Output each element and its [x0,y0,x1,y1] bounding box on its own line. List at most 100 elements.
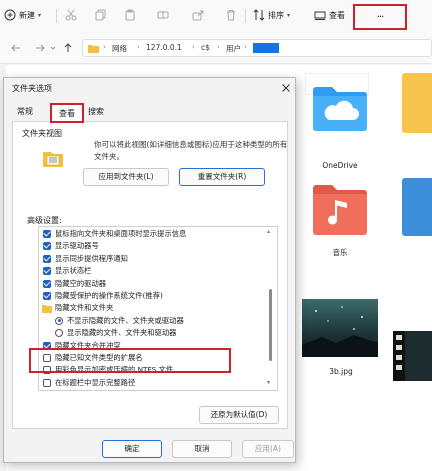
recent-button[interactable] [47,42,59,54]
address-bar[interactable]: › 网络 › 127.0.0.1 › c$ › 用户 › [82,39,432,57]
view-icon [314,11,326,20]
new-button[interactable]: 新建 ▾ [4,6,41,24]
checkbox-checked[interactable] [43,267,51,276]
sort-label: 排序 [268,10,284,20]
folder-icon [88,45,99,53]
scrollbar-thumb[interactable] [269,289,272,361]
checkbox-checked[interactable] [43,292,51,300]
chevron-right-icon: › [244,43,247,51]
film-strip-icon [393,331,405,381]
folder-icon[interactable] [402,73,432,133]
ok-button[interactable]: 确定 [102,440,162,458]
music-folder-icon [313,185,367,235]
arrow-up-icon [64,43,72,52]
checkbox-checked[interactable] [43,279,51,288]
file-name: OneDrive [322,161,358,170]
chevron-right-icon: › [137,43,140,51]
list-item[interactable]: 3b.jpg [298,299,384,379]
checkbox-checked[interactable] [43,254,51,263]
checkbox-checked[interactable] [43,242,51,251]
settings-row[interactable]: 显示隐藏的文件、文件夹和驱动器 [39,327,264,339]
folder-options-dialog: 文件夹选项 常规 查看 搜索 文件夹视图 你可以将此视图(如详细信息或图标)应用… [3,77,296,463]
delete-button[interactable] [225,6,237,24]
folder-view-title: 文件夹视图 [22,129,62,138]
restore-defaults-button[interactable]: 还原为默认值(D) [199,406,279,424]
list-item[interactable]: 音乐 [305,182,375,262]
settings-row-label: 显示驱动器号 [55,241,99,251]
scrollbar[interactable]: ▴ ▾ [266,227,276,390]
folder-icon[interactable] [402,178,432,236]
advanced-settings-title: 高级设置: [27,216,62,225]
chevron-right-icon: › [217,43,220,51]
tab-view-label: 查看 [59,109,75,118]
settings-row[interactable]: 在标题栏中显示完整路径 [39,377,264,389]
forward-button[interactable] [34,42,46,54]
settings-row[interactable]: 显示驱动器号 [39,240,264,252]
scroll-down-icon: ▾ [267,379,271,386]
breadcrumb-users[interactable]: 用户 [226,43,241,54]
paste-icon [125,9,135,21]
chevron-right-icon: › [103,43,106,51]
settings-row-label: 隐藏受保护的操作系统文件(推荐) [55,291,163,300]
tab-general[interactable]: 常规 [17,106,33,117]
up-button[interactable] [62,42,74,54]
breadcrumb-share[interactable]: c$ [201,43,210,52]
highlight-annotation [29,348,231,373]
radio-selected[interactable] [55,316,63,325]
settings-row-label: 隐藏文件和文件夹 [55,303,114,313]
dialog-title: 文件夹选项 [12,84,52,93]
more-icon: ··· [376,11,384,23]
settings-row[interactable]: 显示同步提供程序通知 [39,253,264,265]
plus-circle-icon [4,9,16,21]
rename-icon [157,11,169,19]
share-button[interactable] [192,6,204,24]
checkbox-checked[interactable] [43,230,51,238]
reset-folders-button[interactable]: 重置文件夹(R) [179,168,265,186]
view-button[interactable]: 查看 [314,6,345,24]
more-options-button[interactable]: ··· [353,4,407,30]
scroll-up-icon: ▴ [267,228,271,235]
settings-row[interactable]: 隐藏空的驱动器 [39,278,264,290]
settings-row[interactable]: 显示状态栏 [39,265,264,277]
onedrive-folder-icon [313,87,367,131]
breadcrumb-host[interactable]: 127.0.0.1 [146,43,182,52]
view-label: 查看 [329,10,345,20]
sort-button[interactable]: 排序 ▾ [253,6,290,24]
back-button[interactable] [10,42,22,54]
paste-button[interactable] [124,6,136,24]
settings-row[interactable]: 鼠标指向文件夹和桌面项时显示提示信息 [39,228,264,240]
image-thumbnail [302,299,378,357]
breadcrumb-current[interactable] [253,43,279,53]
scissors-icon [65,9,77,21]
tab-search[interactable]: 搜索 [88,106,104,117]
copy-button[interactable] [95,6,107,24]
apply-to-folders-button[interactable]: 应用到文件夹(L) [83,168,169,186]
radio-unselected[interactable] [55,329,63,338]
apply-button[interactable]: 应用(A) [242,440,294,458]
command-bar: 新建 ▾ 排序 ▾ 查看 ··· [0,0,432,32]
checkbox-unchecked[interactable] [43,378,51,387]
toolbar-divider [245,9,246,23]
settings-row-label: 显示状态栏 [55,266,92,276]
settings-row[interactable]: 隐藏受保护的操作系统文件(推荐) [39,290,264,302]
arrow-left-icon [11,44,20,52]
new-label: 新建 [19,10,35,20]
settings-row[interactable]: 不显示隐藏的文件、文件夹或驱动器 [39,315,264,327]
list-item[interactable]: OneDrive [305,80,375,170]
settings-row[interactable]: 隐藏文件和文件夹 [39,302,264,314]
cut-button[interactable] [65,6,77,24]
tab-view[interactable]: 查看 [50,103,84,123]
copy-icon [95,9,106,21]
video-thumbnail[interactable] [393,331,432,381]
breadcrumb-network[interactable]: 网络 [112,43,127,54]
settings-row-label: 不显示隐藏的文件、文件夹或驱动器 [67,315,184,325]
rename-button[interactable] [157,6,169,24]
folder-icon [42,305,52,314]
settings-row-label: 显示隐藏的文件、文件夹和驱动器 [67,328,177,338]
trash-icon [227,10,235,21]
close-button[interactable] [280,82,292,94]
address-row: › 网络 › 127.0.0.1 › c$ › 用户 › [0,32,432,64]
settings-row-label: 显示同步提供程序通知 [55,253,128,263]
cancel-button[interactable]: 取消 [172,440,232,458]
folder-view-description: 你可以将此视图(如详细信息或图标)应用于这种类型的所有文件夹。 [94,140,288,161]
